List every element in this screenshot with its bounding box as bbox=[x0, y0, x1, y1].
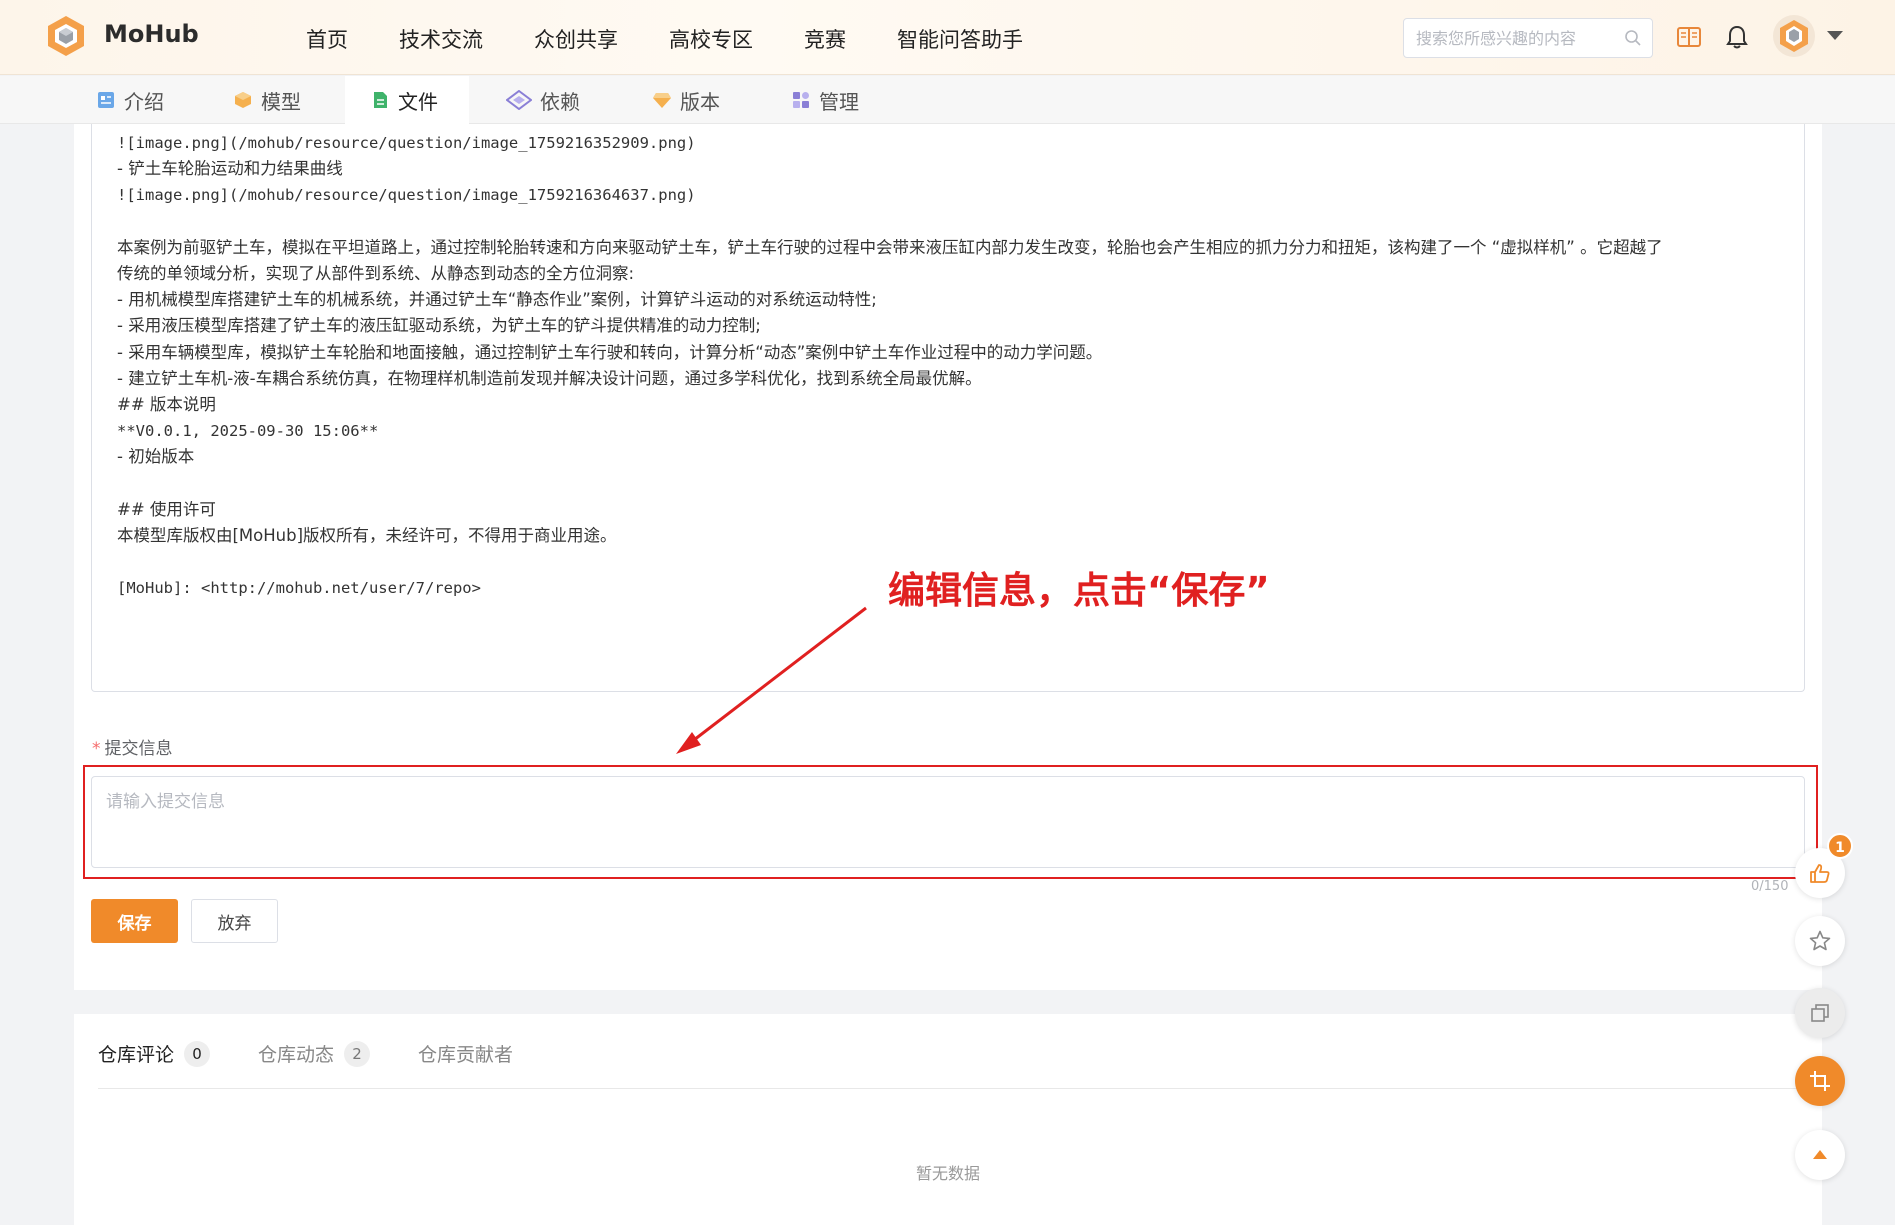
nav-tech-exchange[interactable]: 技术交流 bbox=[399, 24, 483, 54]
comments-count: 0 bbox=[184, 1040, 211, 1067]
tab-versions-label: 版本 bbox=[680, 89, 720, 114]
markdown-line: ## 版本说明 bbox=[117, 395, 216, 415]
markdown-line bbox=[117, 471, 1797, 497]
char-counter: 0/150 bbox=[1751, 879, 1789, 894]
tab-activity-label: 仓库动态 bbox=[258, 1044, 335, 1066]
copy-icon bbox=[1811, 1004, 1829, 1022]
markdown-content[interactable]: ![image.png](/mohub/resource/question/im… bbox=[117, 130, 1797, 602]
file-edit-card: ![image.png](/mohub/resource/question/im… bbox=[74, 124, 1822, 990]
markdown-line: 本模型库版权由[MoHub]版权所有，未经许可，不得用于商业用途。 bbox=[117, 526, 617, 546]
markdown-line: - 用机械模型库搭建铲土车的机械系统，并通过铲土车“静态作业”案例，计算铲斗运动… bbox=[117, 290, 877, 310]
repo-tabbar: 介绍 模型 文件 依赖 版本 管理 bbox=[0, 76, 1895, 124]
top-header: MoHub 首页 技术交流 众创共享 高校专区 竞赛 智能问答助手 bbox=[0, 0, 1895, 75]
gem-icon bbox=[653, 93, 671, 108]
tab-versions[interactable]: 版本 bbox=[652, 76, 720, 124]
star-icon bbox=[1809, 930, 1831, 951]
chevron-down-icon[interactable] bbox=[1827, 31, 1843, 40]
tab-model[interactable]: 模型 bbox=[233, 76, 301, 124]
tab-contributors[interactable]: 仓库贡献者 bbox=[418, 1040, 513, 1067]
nav-ai-assistant[interactable]: 智能问答助手 bbox=[897, 24, 1023, 54]
crop-button[interactable] bbox=[1795, 1056, 1845, 1106]
annotation-text: 编辑信息，点击“保存” bbox=[888, 569, 1270, 612]
diamond-icon bbox=[506, 90, 532, 110]
markdown-line: - 初始版本 bbox=[117, 447, 195, 467]
crop-icon bbox=[1810, 1071, 1830, 1091]
markdown-line: 传统的单领域分析，实现了从部件到系统、从静态到动态的全方位洞察: bbox=[117, 264, 635, 283]
brand-name[interactable]: MoHub bbox=[104, 20, 199, 48]
nav-competition[interactable]: 竞赛 bbox=[804, 24, 846, 54]
doc-icon bbox=[98, 92, 114, 108]
like-count-badge: 1 bbox=[1827, 833, 1853, 859]
search-box bbox=[1403, 18, 1653, 58]
empty-state: 暂无数据 bbox=[915, 1164, 980, 1183]
search-icon[interactable] bbox=[1624, 29, 1642, 47]
markdown-line: - 建立铲土车机-液-车耦合系统仿真，在物理样机制造前发现并解决设计问题，通过多… bbox=[117, 368, 982, 388]
book-icon[interactable] bbox=[1676, 24, 1702, 50]
markdown-line: 本案例为前驱铲土车，模拟在平坦道路上，通过控制轮胎转速和方向来驱动铲土车，铲土车… bbox=[117, 237, 1663, 257]
tabs-divider bbox=[98, 1088, 1798, 1089]
favorite-button[interactable] bbox=[1795, 916, 1845, 966]
tab-model-label: 模型 bbox=[261, 89, 301, 114]
markdown-line: ## 使用许可 bbox=[117, 499, 216, 519]
tab-dependencies-label: 依赖 bbox=[540, 89, 580, 114]
tab-manage[interactable]: 管理 bbox=[791, 76, 859, 124]
discard-button[interactable]: 放弃 bbox=[191, 899, 278, 943]
search-input[interactable] bbox=[1404, 19, 1604, 57]
grid-icon bbox=[793, 92, 809, 108]
main-nav: 首页 技术交流 众创共享 高校专区 竞赛 智能问答助手 bbox=[306, 24, 1074, 54]
activity-count: 2 bbox=[344, 1040, 371, 1067]
bell-icon[interactable] bbox=[1725, 24, 1749, 50]
nav-home[interactable]: 首页 bbox=[306, 24, 348, 54]
commit-message-input[interactable] bbox=[91, 776, 1805, 868]
save-button[interactable]: 保存 bbox=[91, 899, 178, 943]
commit-message-label-text: 提交信息 bbox=[104, 739, 173, 759]
thumbs-up-icon bbox=[1810, 864, 1830, 883]
back-to-top-button[interactable] bbox=[1795, 1130, 1845, 1180]
required-mark: * bbox=[92, 739, 101, 759]
markdown-line: - 铲土车轮胎运动和力结果曲线 bbox=[117, 159, 343, 179]
tab-dependencies[interactable]: 依赖 bbox=[506, 76, 580, 124]
markdown-line: **V0.0.1, 2025-09-30 15:06** bbox=[117, 422, 379, 441]
user-avatar[interactable] bbox=[1772, 14, 1816, 58]
repo-activity-card: 仓库评论 0 仓库动态 2 仓库贡献者 暂无数据 bbox=[74, 1014, 1822, 1225]
tab-contributors-label: 仓库贡献者 bbox=[418, 1044, 514, 1066]
tab-manage-label: 管理 bbox=[819, 89, 859, 114]
tab-files-label: 文件 bbox=[398, 89, 438, 114]
tab-intro[interactable]: 介绍 bbox=[96, 76, 164, 124]
copy-button[interactable] bbox=[1795, 988, 1845, 1038]
activity-tabs: 仓库评论 0 仓库动态 2 仓库贡献者 bbox=[98, 1040, 561, 1067]
file-icon bbox=[374, 92, 387, 108]
tab-activity[interactable]: 仓库动态 2 bbox=[258, 1040, 371, 1067]
arrow-up-icon bbox=[1813, 1150, 1827, 1159]
tab-comments-label: 仓库评论 bbox=[98, 1044, 175, 1066]
markdown-line: ![image.png](/mohub/resource/question/im… bbox=[117, 186, 696, 205]
markdown-line: - 采用液压模型库搭建了铲土车的液压缸驱动系统，为铲土车的铲斗提供精准的动力控制… bbox=[117, 316, 761, 336]
tab-files[interactable]: 文件 bbox=[345, 76, 469, 124]
nav-crowd-share[interactable]: 众创共享 bbox=[534, 24, 618, 54]
commit-message-label: * 提交信息 bbox=[92, 734, 173, 759]
markdown-line: ![image.png](/mohub/resource/question/im… bbox=[117, 134, 696, 152]
tab-intro-label: 介绍 bbox=[124, 89, 164, 114]
cube-icon bbox=[235, 92, 251, 108]
nav-university[interactable]: 高校专区 bbox=[669, 24, 753, 54]
markdown-line bbox=[117, 209, 1797, 235]
mohub-logo[interactable] bbox=[44, 14, 88, 58]
markdown-line: - 采用车辆模型库，模拟铲土车轮胎和地面接触，通过控制铲土车行驶和转向，计算分析… bbox=[117, 342, 1103, 362]
tab-comments[interactable]: 仓库评论 0 bbox=[98, 1040, 211, 1067]
